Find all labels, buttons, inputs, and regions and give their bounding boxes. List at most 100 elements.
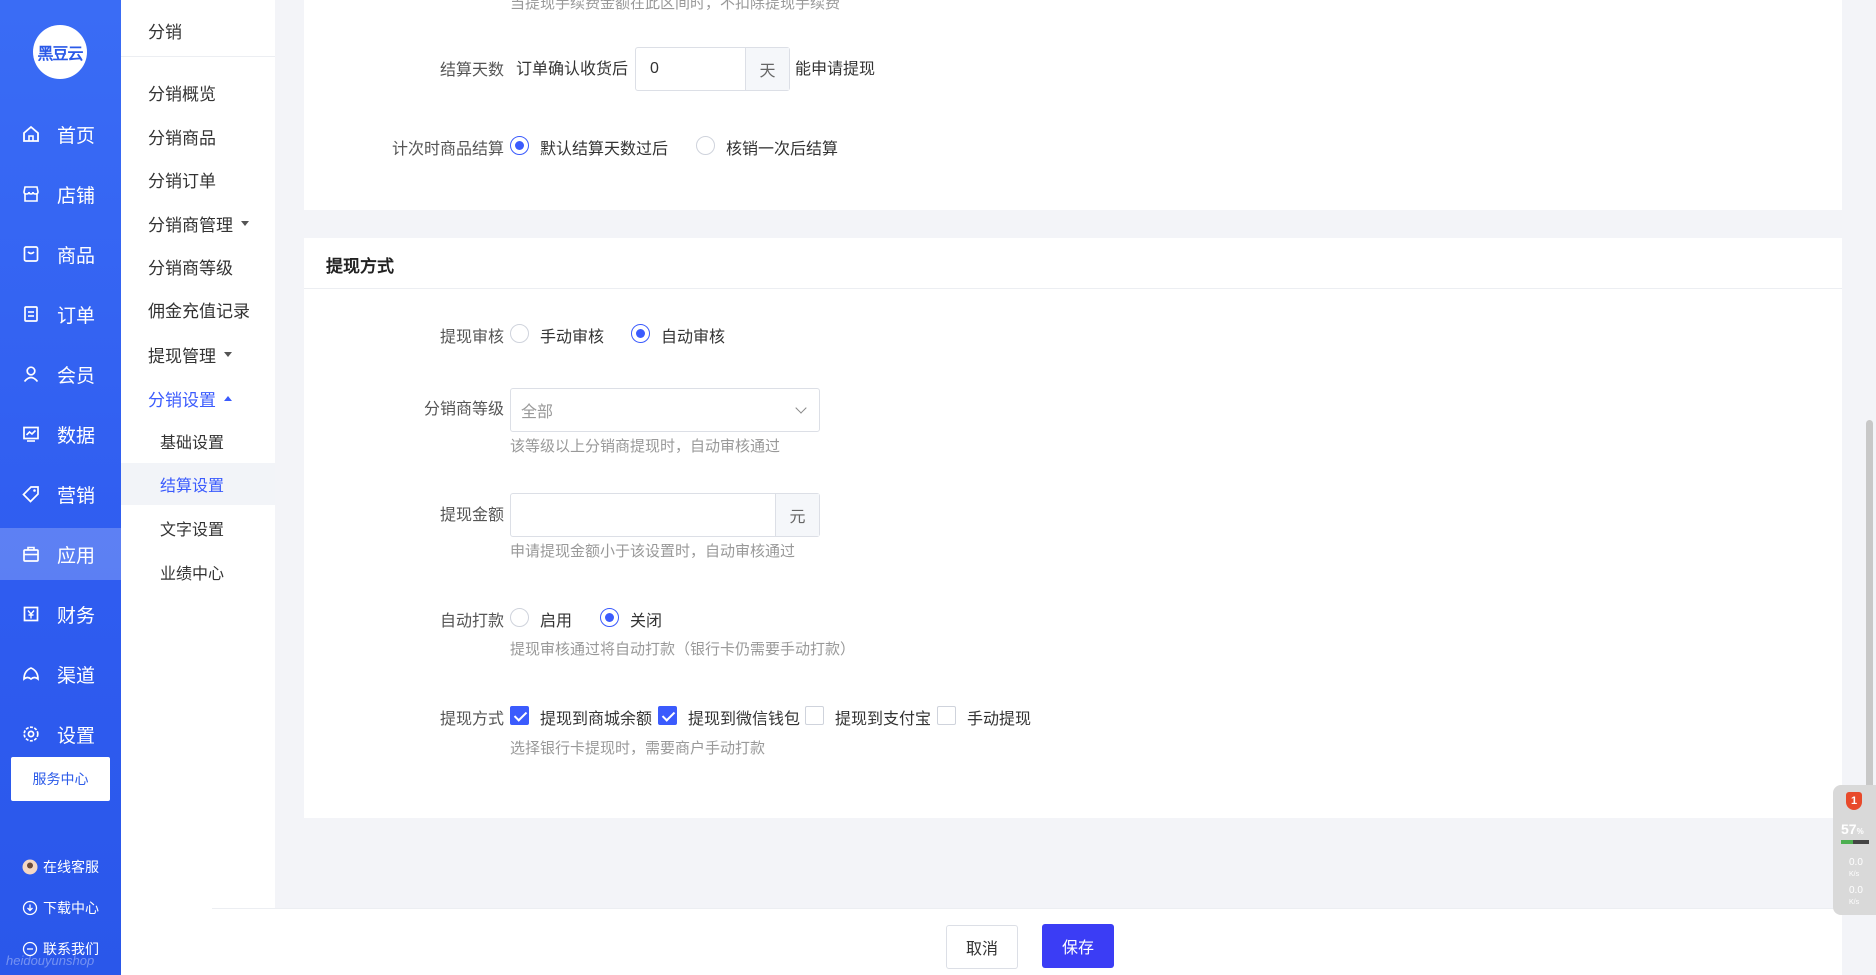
withdraw-amount-label: 提现金额 xyxy=(439,507,504,524)
nav-settings[interactable]: 设置 xyxy=(0,708,121,760)
download-icon xyxy=(22,900,38,916)
distributor-level-label: 分销商等级 xyxy=(423,401,504,418)
nav-home-label: 首页 xyxy=(57,125,96,147)
save-button[interactable]: 保存 xyxy=(1042,924,1114,968)
nav-order[interactable]: 订单 xyxy=(0,288,121,340)
timed-default-label[interactable]: 默认结算天数过后 xyxy=(540,135,668,159)
download-center-link[interactable]: 下载中心 xyxy=(22,898,99,918)
chevron-down-icon xyxy=(795,402,807,414)
nav-channel-label: 渠道 xyxy=(57,665,96,687)
submenu-sub-settlement[interactable]: 结算设置 xyxy=(121,463,275,505)
submenu-sub-text[interactable]: 文字设置 xyxy=(121,507,275,549)
nav-store-label: 店铺 xyxy=(57,185,96,207)
submenu-sub-performance[interactable]: 业绩中心 xyxy=(121,551,275,593)
withdraw-section-title: 提现方式 xyxy=(326,257,394,276)
distributor-level-value: 全部 xyxy=(521,404,554,421)
submenu-item-overview[interactable]: 分销概览 xyxy=(148,80,216,105)
submenu-sub-basic[interactable]: 基础设置 xyxy=(121,420,275,462)
autopay-hint: 提现审核通过将自动打款（银行卡仍需要手动打款） xyxy=(510,641,856,658)
page-scrollbar[interactable] xyxy=(1866,420,1873,800)
fee-range-hint: 当提现手续费金额在此区间时，不扣除提现手续费 xyxy=(510,0,841,12)
method-alipay-label[interactable]: 提现到支付宝 xyxy=(835,705,931,729)
nav-data[interactable]: 数据 xyxy=(0,408,121,460)
logo-text: 黑豆云 xyxy=(37,46,83,63)
submenu-divider xyxy=(121,56,275,57)
timed-default-radio[interactable] xyxy=(510,136,529,155)
submenu-item-distributor-level[interactable]: 分销商等级 xyxy=(148,254,233,279)
download-speed: 0.0 K/s xyxy=(1849,885,1863,906)
settlement-days-input[interactable]: 0 天 xyxy=(635,47,790,91)
nav-app[interactable]: 应用 xyxy=(0,528,121,580)
review-manual-radio[interactable] xyxy=(510,324,529,343)
distributor-level-select[interactable]: 全部 xyxy=(510,388,820,432)
gear-icon xyxy=(20,723,42,745)
support-avatar-icon xyxy=(22,859,38,875)
nav-member[interactable]: 会员 xyxy=(0,348,121,400)
submenu-item-withdraw-manage[interactable]: 提现管理 xyxy=(148,342,232,367)
method-balance-checkbox[interactable] xyxy=(510,706,529,725)
nav-channel[interactable]: 渠道 xyxy=(0,648,121,700)
download-center-label: 下载中心 xyxy=(43,900,99,916)
service-center-button[interactable]: 服务中心 xyxy=(11,757,110,801)
nav-store[interactable]: 店铺 xyxy=(0,168,121,220)
nav-app-label: 应用 xyxy=(57,545,96,567)
review-auto-label[interactable]: 自动审核 xyxy=(661,323,725,347)
cancel-button[interactable]: 取消 xyxy=(946,925,1018,969)
withdraw-method-hint: 选择银行卡提现时，需要商户手动打款 xyxy=(510,740,766,757)
settlement-days-unit: 天 xyxy=(745,48,789,90)
main-sidebar: 黑豆云 首页 店铺 商品 订单 会员 数据 营销 应用 财务 渠道 设置 服务中… xyxy=(0,0,121,975)
autopay-enable-label[interactable]: 启用 xyxy=(540,607,572,631)
timed-verify-radio[interactable] xyxy=(696,136,715,155)
submenu-item-goods[interactable]: 分销商品 xyxy=(148,124,216,149)
online-support-link[interactable]: 在线客服 xyxy=(22,857,99,877)
review-label: 提现审核 xyxy=(439,329,504,346)
withdraw-amount-input[interactable]: 元 xyxy=(510,493,820,537)
home-icon xyxy=(20,123,42,145)
shield-badge-count: 1 xyxy=(1850,795,1858,807)
autopay-disable-radio[interactable] xyxy=(600,608,619,627)
method-manual-checkbox[interactable] xyxy=(937,706,956,725)
store-icon xyxy=(20,183,42,205)
timed-verify-label[interactable]: 核销一次后结算 xyxy=(726,135,838,159)
nav-marketing-label: 营销 xyxy=(57,485,96,507)
timed-goods-label: 计次时商品结算 xyxy=(391,141,504,158)
withdraw-amount-hint: 申请提现金额小于该设置时，自动审核通过 xyxy=(510,543,796,560)
method-wechat-checkbox[interactable] xyxy=(658,706,677,725)
settlement-days-label: 结算天数 xyxy=(439,62,504,79)
autopay-enable-radio[interactable] xyxy=(510,608,529,627)
settlement-days-value[interactable]: 0 xyxy=(636,48,745,90)
nav-member-label: 会员 xyxy=(57,365,96,387)
submenu-item-distributor-manage[interactable]: 分销商管理 xyxy=(148,211,249,236)
goods-icon xyxy=(20,243,42,265)
submenu-item-recharge-records[interactable]: 佣金充值记录 xyxy=(148,297,250,322)
withdraw-amount-value[interactable] xyxy=(511,494,775,536)
review-manual-label[interactable]: 手动审核 xyxy=(540,323,604,347)
review-auto-radio[interactable] xyxy=(631,324,650,343)
nav-marketing[interactable]: 营销 xyxy=(0,468,121,520)
shield-icon: 1 xyxy=(1846,792,1862,810)
nav-goods[interactable]: 商品 xyxy=(0,228,121,280)
brand-logo[interactable]: 黑豆云 xyxy=(33,25,87,79)
chevron-down-icon xyxy=(224,352,232,357)
nav-data-label: 数据 xyxy=(57,425,96,447)
chevron-up-icon xyxy=(224,396,232,401)
method-wechat-label[interactable]: 提现到微信钱包 xyxy=(688,705,800,729)
app-icon xyxy=(20,543,42,565)
autopay-disable-label[interactable]: 关闭 xyxy=(630,607,662,631)
network-monitor-widget[interactable]: 1 57% 0.0 K/s 0.0 K/s xyxy=(1833,785,1876,915)
submenu-item-distribution-settings[interactable]: 分销设置 xyxy=(148,386,232,411)
channel-icon xyxy=(20,663,42,685)
settlement-days-prefix: 订单确认收货后 xyxy=(516,61,629,78)
method-balance-label[interactable]: 提现到商城余额 xyxy=(540,705,652,729)
brand-watermark: heidouyunshop xyxy=(6,953,95,968)
submenu-item-orders[interactable]: 分销订单 xyxy=(148,167,216,192)
method-alipay-checkbox[interactable] xyxy=(805,706,824,725)
autopay-label: 自动打款 xyxy=(439,613,504,630)
section-divider xyxy=(304,288,1842,289)
nav-finance-label: 财务 xyxy=(57,605,96,627)
tag-icon xyxy=(20,483,42,505)
nav-finance[interactable]: 财务 xyxy=(0,588,121,640)
method-manual-label[interactable]: 手动提现 xyxy=(967,705,1031,729)
nav-home[interactable]: 首页 xyxy=(0,108,121,160)
submenu-title: 分销 xyxy=(148,23,182,42)
